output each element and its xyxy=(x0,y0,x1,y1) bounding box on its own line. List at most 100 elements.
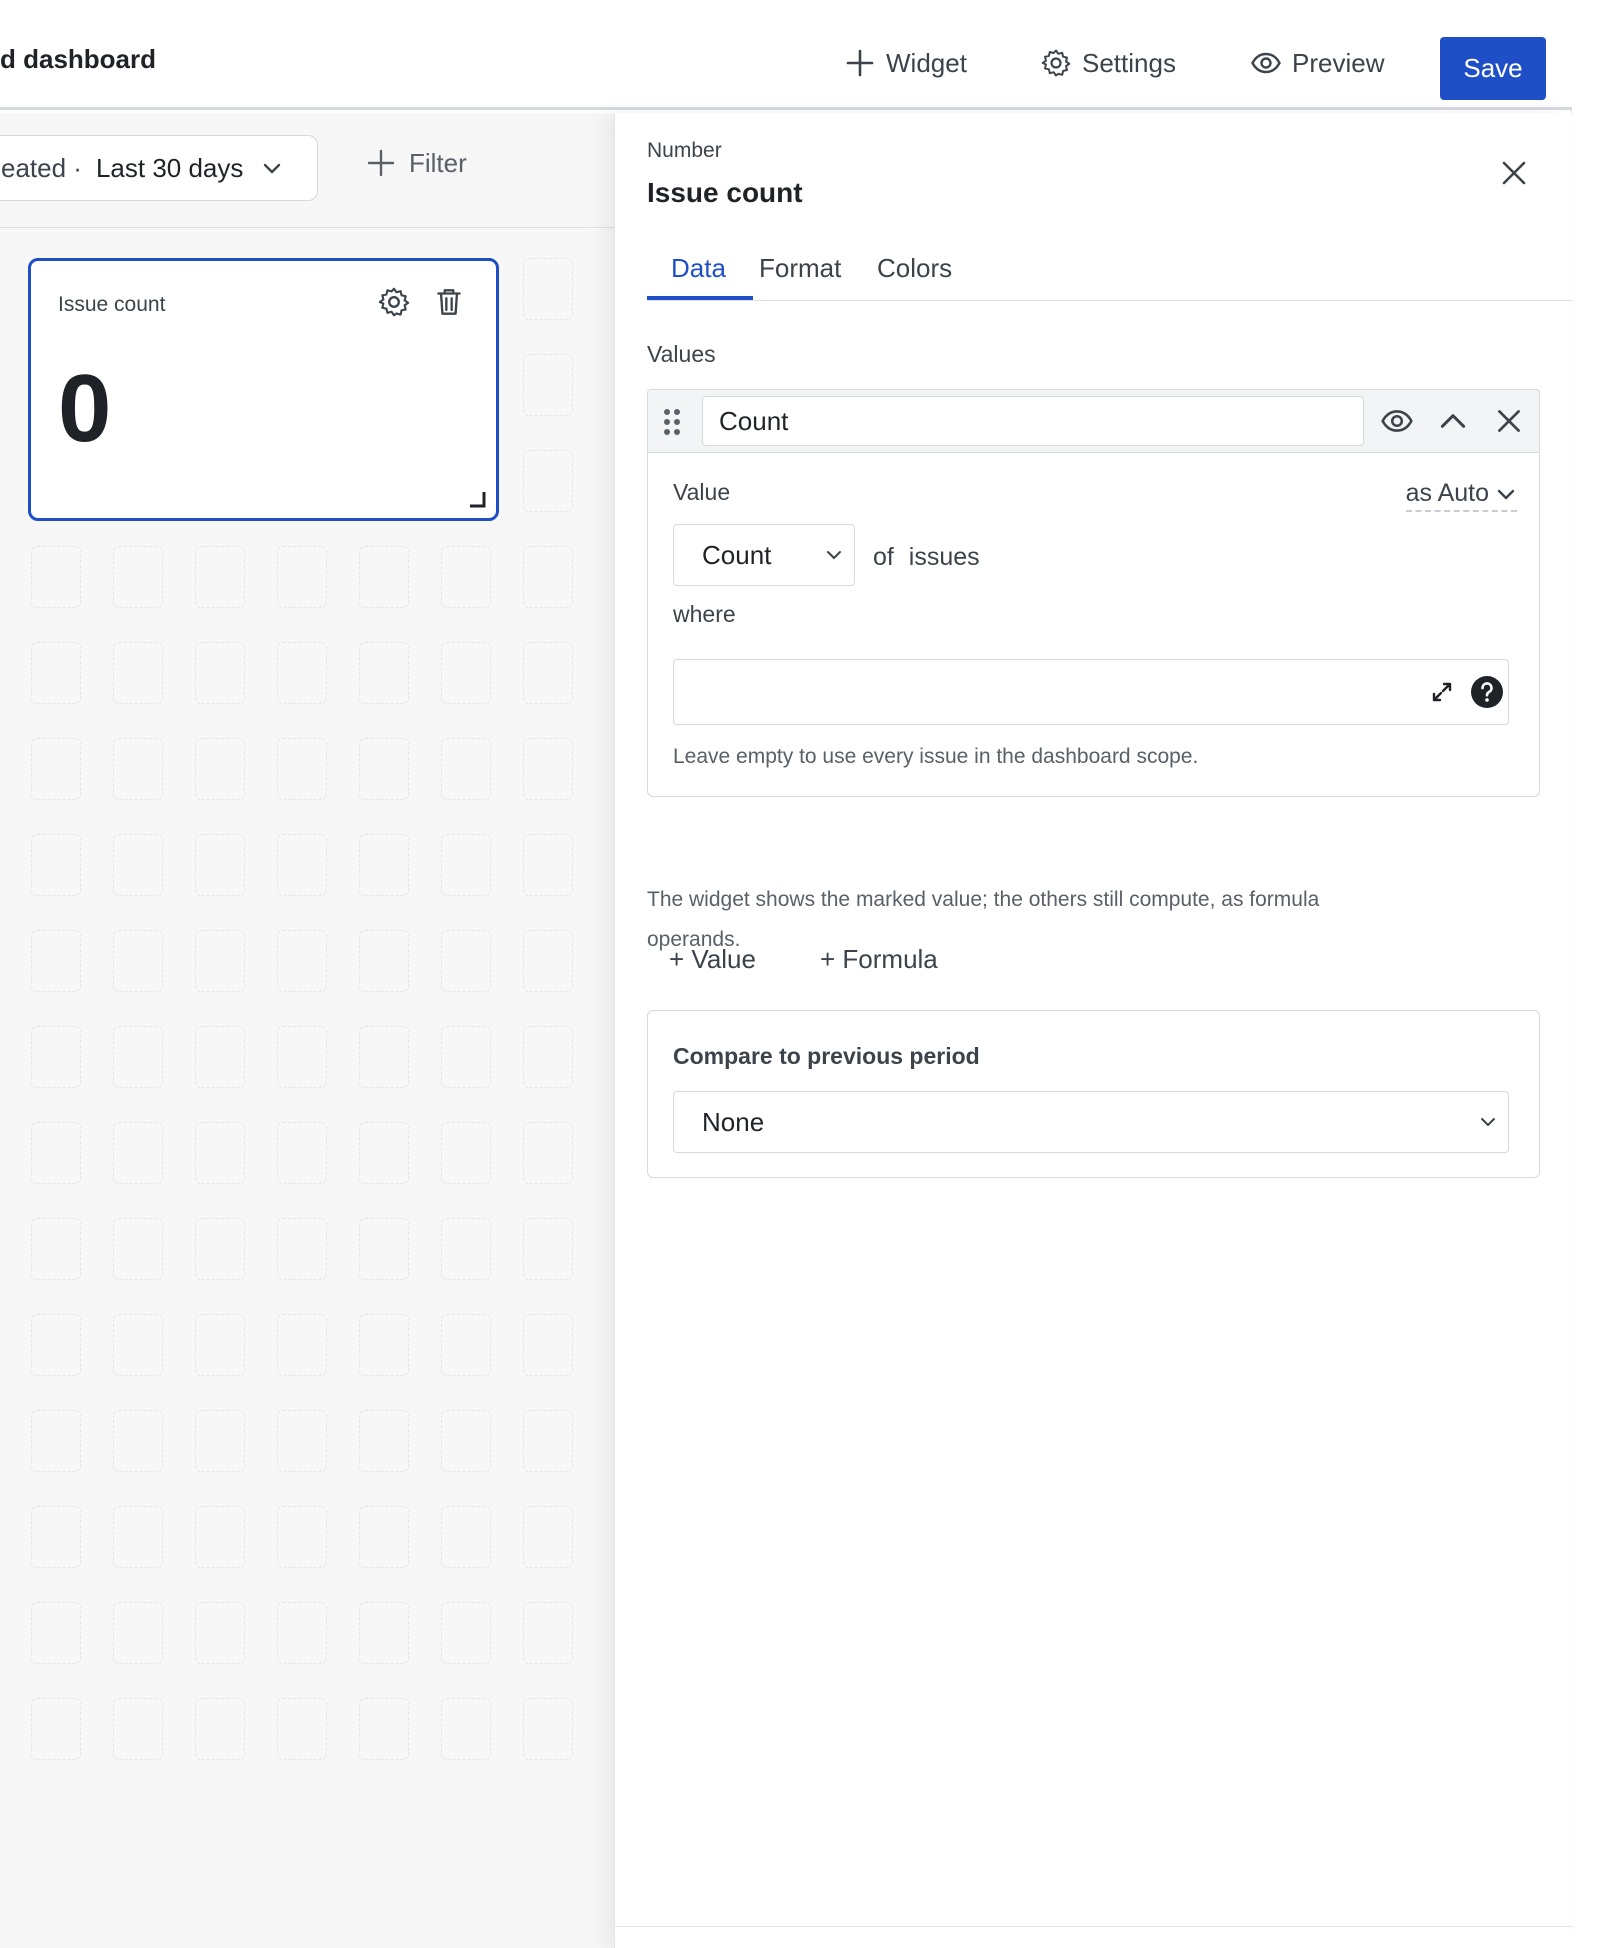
grid-placeholder-cell xyxy=(113,834,163,896)
grid-placeholder-cell xyxy=(277,1410,327,1472)
chevron-down-icon xyxy=(1481,1118,1495,1126)
preview-label: Preview xyxy=(1292,47,1385,78)
dashboard-canvas: eated · Last 30 days Filter Issue count … xyxy=(0,113,614,1948)
grid-placeholder-cell xyxy=(441,642,491,704)
where-query-input[interactable] xyxy=(673,659,1509,725)
grid-placeholder-cell xyxy=(523,1218,573,1280)
tab-format[interactable]: Format xyxy=(759,253,841,284)
trash-icon[interactable] xyxy=(432,285,466,319)
grid-placeholder-cell xyxy=(113,1122,163,1184)
grid-placeholder-cell xyxy=(31,1218,81,1280)
settings-button[interactable]: Settings xyxy=(1040,38,1176,88)
grid-placeholder-cell xyxy=(441,1506,491,1568)
grid-placeholder-cell xyxy=(277,1026,327,1088)
grid-placeholder-cell xyxy=(195,1026,245,1088)
tab-data[interactable]: Data xyxy=(671,253,726,284)
grid-placeholder-cell xyxy=(31,1122,81,1184)
grid-placeholder-cell xyxy=(359,738,409,800)
grid-placeholder-cell xyxy=(195,1698,245,1760)
grid-placeholder-cell xyxy=(31,1026,81,1088)
grid-placeholder-cell xyxy=(195,1122,245,1184)
grid-placeholder-cell xyxy=(113,546,163,608)
filter-label: Filter xyxy=(409,147,467,178)
grid-placeholder-cell xyxy=(31,546,81,608)
aggregation-select[interactable]: Count xyxy=(673,524,855,586)
grid-placeholder-cell xyxy=(195,1506,245,1568)
compare-period-select[interactable]: None xyxy=(673,1091,1509,1153)
add-filter-button[interactable]: Filter xyxy=(365,147,467,179)
grid-placeholder-cell xyxy=(441,1410,491,1472)
grid-placeholder-cell xyxy=(359,1698,409,1760)
compare-section: Compare to previous period None xyxy=(647,1010,1540,1178)
value-name-input[interactable] xyxy=(702,396,1364,446)
remove-value-icon[interactable] xyxy=(1492,404,1526,438)
chevron-down-icon xyxy=(1497,489,1515,499)
gear-icon[interactable] xyxy=(377,285,411,319)
grid-placeholder-cell xyxy=(195,1314,245,1376)
compare-title: Compare to previous period xyxy=(673,1043,980,1069)
grid-placeholder-cell xyxy=(113,930,163,992)
grid-placeholder-cell xyxy=(195,546,245,608)
grid-placeholder-cell xyxy=(31,834,81,896)
widget-config-panel: Number Issue count Data Format Colors Va… xyxy=(614,113,1573,1948)
expand-icon[interactable] xyxy=(1429,679,1455,705)
settings-label: Settings xyxy=(1082,47,1176,78)
grid-placeholder-cell xyxy=(523,354,573,416)
grid-placeholder-cell xyxy=(277,1602,327,1664)
issue-count-widget[interactable]: Issue count 0 xyxy=(28,258,499,521)
grid-placeholder-cell xyxy=(277,738,327,800)
dashboard-title: d dashboard xyxy=(0,44,157,74)
grid-placeholder-cell xyxy=(359,1602,409,1664)
date-range-value: Last 30 days xyxy=(95,152,244,183)
value-format-label: as Auto xyxy=(1405,479,1489,507)
grid-placeholder-cell xyxy=(113,1698,163,1760)
chevron-down-icon xyxy=(827,551,841,559)
grid-placeholder-cell xyxy=(523,642,573,704)
filter-bar: eated · Last 30 days Filter xyxy=(0,113,614,228)
grid-placeholder-cell xyxy=(441,1314,491,1376)
plus-icon xyxy=(846,49,874,77)
grid-placeholder-cell xyxy=(523,834,573,896)
resize-handle-icon[interactable] xyxy=(468,490,486,508)
grid-placeholder-cell xyxy=(195,930,245,992)
grid-placeholder-cell xyxy=(441,738,491,800)
grid-placeholder-cell xyxy=(195,1602,245,1664)
tab-colors[interactable]: Colors xyxy=(877,253,952,284)
preview-button[interactable]: Preview xyxy=(1250,38,1384,88)
gear-icon xyxy=(1041,49,1071,77)
grid-placeholder-cell xyxy=(441,546,491,608)
grid-placeholder-cell xyxy=(441,1122,491,1184)
help-icon[interactable] xyxy=(1470,675,1504,709)
grid-placeholder-cell xyxy=(113,642,163,704)
grid-placeholder-cell xyxy=(31,738,81,800)
grid-placeholder-cell xyxy=(441,1218,491,1280)
save-button[interactable]: Save xyxy=(1440,37,1546,100)
grid-placeholder-cell xyxy=(31,1602,81,1664)
eye-icon[interactable] xyxy=(1380,404,1414,438)
value-format-dropdown[interactable]: as Auto xyxy=(1405,479,1517,512)
grid-placeholder-cell xyxy=(277,1314,327,1376)
value-label: Value xyxy=(673,479,731,505)
grid-placeholder-cell xyxy=(523,1122,573,1184)
grid-placeholder-cell xyxy=(523,546,573,608)
grid-placeholder-cell xyxy=(523,258,573,320)
grid-placeholder-cell xyxy=(523,1026,573,1088)
grid-placeholder-cell xyxy=(31,1506,81,1568)
grid-placeholder-cell xyxy=(523,1314,573,1376)
grid-placeholder-cell xyxy=(523,450,573,512)
aggregation-value: Count xyxy=(702,539,772,570)
grid-placeholder-cell xyxy=(441,834,491,896)
active-tab-indicator xyxy=(647,296,753,300)
grid-placeholder-cell xyxy=(441,1026,491,1088)
add-widget-button[interactable]: Widget xyxy=(844,38,967,88)
drag-handle-icon[interactable] xyxy=(660,406,684,438)
date-range-filter[interactable]: eated · Last 30 days xyxy=(0,135,318,201)
config-tabs: Data Format Colors xyxy=(647,229,1573,301)
close-icon[interactable] xyxy=(1497,156,1531,190)
chevron-down-icon xyxy=(264,163,281,174)
value-item-header xyxy=(647,389,1540,453)
chevron-up-icon[interactable] xyxy=(1436,404,1470,438)
grid-placeholder-cell xyxy=(277,930,327,992)
grid-placeholder-cell xyxy=(31,1698,81,1760)
grid-placeholder-cell xyxy=(523,930,573,992)
